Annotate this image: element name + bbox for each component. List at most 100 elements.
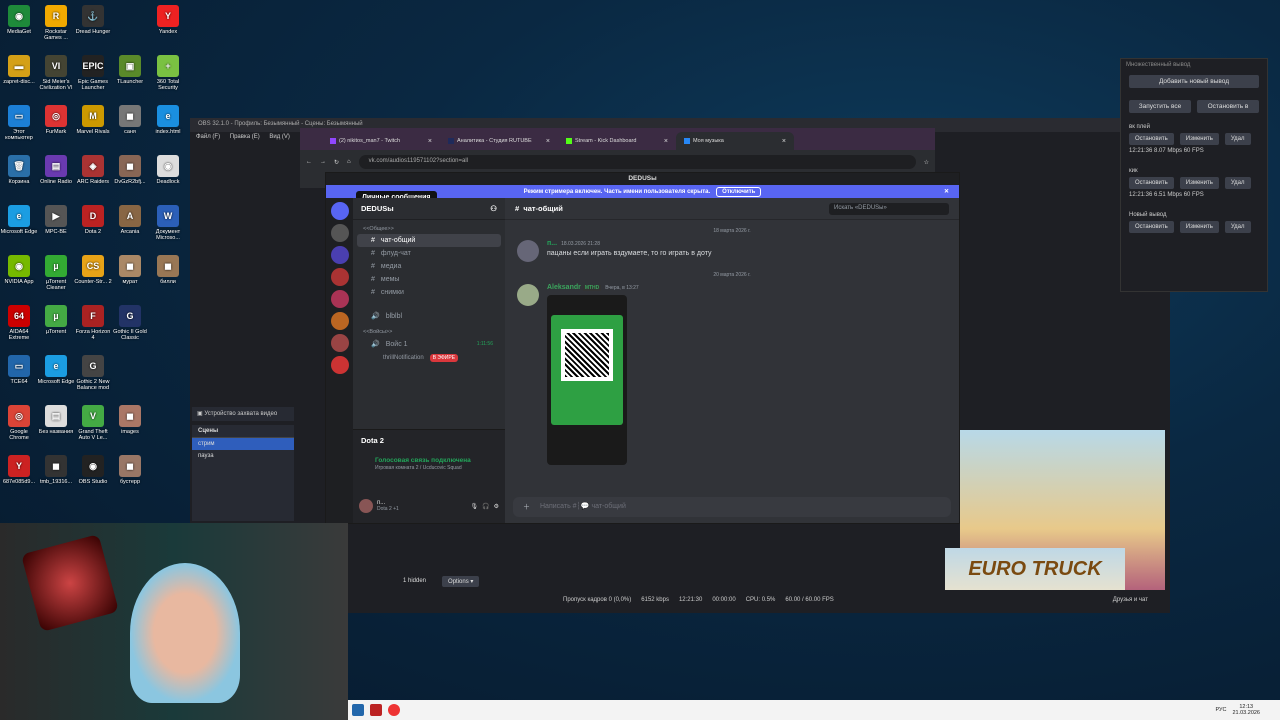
voice-user[interactable]: thrillNotification В ЭФИРЕ (357, 351, 501, 365)
menu-view[interactable]: Вид (V) (269, 134, 290, 140)
edit-button[interactable]: Изменить (1179, 221, 1219, 233)
delete-button[interactable]: Удал (1224, 221, 1251, 233)
delete-button[interactable]: Удал (1224, 177, 1251, 189)
avatar[interactable] (517, 284, 539, 306)
options-button[interactable]: Options ▾ (442, 575, 480, 587)
desktop-icon[interactable]: V Grand Theft Auto V Le... (74, 405, 112, 441)
stop-button[interactable]: Остановить (1129, 133, 1174, 145)
app-taskbar-icon[interactable] (388, 704, 400, 716)
desktop-icon[interactable]: EPIC Epic Games Launcher (74, 55, 112, 91)
channel-snapshots[interactable]: # снимки (357, 286, 501, 299)
scene-pause[interactable]: пауза (192, 450, 294, 462)
desktop-icon[interactable]: W Документ Microso... (149, 205, 187, 241)
clock[interactable]: 12:13 21.03.2026 (1232, 704, 1260, 716)
desktop-icon[interactable]: 🗑 Корзина (0, 155, 38, 185)
disable-streamer-button[interactable]: Отключить (716, 186, 762, 197)
desktop-icon[interactable]: ◼ мурат (111, 255, 149, 285)
desktop-icon[interactable]: e Microsoft Edge (0, 205, 38, 235)
desktop-icon[interactable]: ◎ FurMark (37, 105, 75, 135)
close-tab-icon[interactable]: × (428, 138, 432, 145)
image-attachment[interactable] (547, 295, 627, 465)
desktop-icon[interactable]: ▭ Этот компьютер (0, 105, 38, 141)
delete-button[interactable]: Удал (1224, 133, 1251, 145)
home-icon[interactable]: ⌂ (347, 159, 351, 165)
language[interactable]: РУС (1215, 707, 1226, 713)
edit-button[interactable]: Изменить (1179, 177, 1219, 189)
server-icon[interactable] (330, 268, 349, 286)
browser-tab[interactable]: Аналитика - Студия RUTUBE × (440, 132, 558, 150)
desktop-icon[interactable]: e index.html (149, 105, 187, 135)
desktop-icon[interactable]: VI Sid Meier's Civilization VI (37, 55, 75, 91)
edit-button[interactable]: Изменить (1179, 133, 1219, 145)
message-author[interactable]: п... 18.03.2026 21:28 (547, 240, 712, 247)
add-member-icon[interactable]: ⚇ (490, 204, 497, 213)
desktop-icon[interactable]: ▤ Без названия (37, 405, 75, 435)
desktop-icon[interactable]: Y Yandex (149, 5, 187, 35)
forward-icon[interactable]: → (320, 159, 326, 165)
channel-flood[interactable]: # флуд-чат (357, 247, 501, 260)
scene-stream[interactable]: стрим (192, 438, 294, 450)
server-header[interactable]: DEDUSы ⚇ (353, 198, 505, 220)
desktop-icon[interactable]: ◼ бустерр (111, 455, 149, 485)
desktop-icon[interactable]: ◉ NVIDIA App (0, 255, 38, 285)
browser-tab[interactable]: Stream - Kick Dashboard × (558, 132, 676, 150)
server-icon[interactable] (330, 334, 349, 352)
desktop-icon[interactable]: ◼ саня (111, 105, 149, 135)
dm-icon[interactable] (330, 202, 349, 220)
message-input[interactable]: ＋ Написать #┆💬 чат-общий (513, 497, 951, 517)
channel-memes[interactable]: # мемы (357, 273, 501, 286)
obs-taskbar-icon[interactable] (352, 704, 364, 716)
desktop-icon[interactable]: R Rockstar Games ... (37, 5, 75, 41)
menu-edit[interactable]: Правка (E) (230, 134, 260, 140)
close-tab-icon[interactable]: × (664, 138, 668, 145)
close-tab-icon[interactable]: × (782, 138, 786, 145)
category-voice[interactable]: <<Войсы>> (353, 323, 505, 337)
desktop-icon[interactable]: ⚓ Dread Hunger (74, 5, 112, 35)
add-output-button[interactable]: Добавить новый вывод (1129, 75, 1259, 88)
desktop-icon[interactable]: ◈ ARC Raiders (74, 155, 112, 185)
close-banner-icon[interactable]: ✕ (944, 188, 949, 195)
server-icon[interactable] (330, 312, 349, 330)
plus-icon[interactable]: ＋ (523, 502, 530, 512)
desktop-icon[interactable]: ▶ MPC-BE (37, 205, 75, 235)
stop-button[interactable]: Остановить (1129, 221, 1174, 233)
avatar[interactable] (517, 240, 539, 262)
desktop-icon[interactable]: G Gothic 2 New Balance mod (74, 355, 112, 391)
desktop-icon[interactable]: ◉ MediaGet (0, 5, 38, 35)
desktop-icon[interactable]: ◼ DvGzR2bfj... (111, 155, 149, 185)
desktop-icon[interactable]: ▤ Online Radio (37, 155, 75, 185)
back-icon[interactable]: ← (306, 159, 312, 165)
friends-chat[interactable]: Друзья и чат (1113, 597, 1148, 603)
desktop-icon[interactable]: G Gothic II Gold Classic (111, 305, 149, 341)
desktop-icon[interactable]: ▣ TLauncher (111, 55, 149, 85)
desktop-icon[interactable]: +360 Total Security (149, 55, 187, 91)
desktop-icon[interactable]: 64 AIDA64 Extreme (0, 305, 38, 341)
desktop-icon[interactable]: Y 687e085d9... (0, 455, 38, 485)
desktop-icon[interactable]: D Dota 2 (74, 205, 112, 235)
desktop-icon[interactable]: e Microsoft Edge (37, 355, 75, 385)
server-icon[interactable] (330, 356, 349, 374)
search-input[interactable]: Искать «DEDUSы» (829, 202, 949, 215)
browser-tab[interactable]: Моя музыка × (676, 132, 794, 150)
desktop-icon[interactable]: ◼ images (111, 405, 149, 435)
channel-media[interactable]: # медиа (357, 260, 501, 273)
stop-button[interactable]: Остановить (1129, 177, 1174, 189)
desktop-icon[interactable]: M Marvel Rivals (74, 105, 112, 135)
desktop-icon[interactable]: µ µTorrent (37, 305, 75, 335)
voice-connected[interactable]: Голосовая связь подключена (353, 451, 505, 464)
desktop-icon[interactable]: ▬ zapret-disc... (0, 55, 38, 85)
desktop-icon[interactable]: µ µTorrent Cleaner (37, 255, 75, 291)
desktop-icon[interactable]: ◎ Google Chrome (0, 405, 38, 441)
desktop-icon[interactable]: CS Counter-Str... 2 (74, 255, 112, 285)
desktop-icon[interactable]: ◼ tmb_19316... (37, 455, 75, 485)
desktop-icon[interactable]: ▭ TCE64 (0, 355, 38, 385)
voice-text-channel[interactable]: 🔊 blblbl (357, 309, 501, 323)
channel-chat[interactable]: # чат-общий (357, 234, 501, 247)
close-tab-icon[interactable]: × (546, 138, 550, 145)
message-author[interactable]: Aleksandr MTHD Вчера, в 13:27 (547, 284, 639, 291)
dota-taskbar-icon[interactable] (370, 704, 382, 716)
avatar[interactable] (359, 499, 373, 513)
headphones-icon[interactable]: 🎧 (482, 503, 489, 510)
desktop-icon[interactable]: F Forza Horizon 4 (74, 305, 112, 341)
server-icon[interactable] (330, 290, 349, 308)
